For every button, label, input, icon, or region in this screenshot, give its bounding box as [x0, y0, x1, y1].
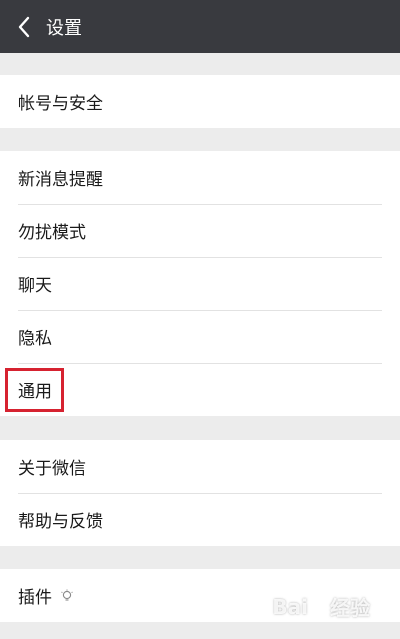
- bulb-icon: [60, 589, 74, 603]
- settings-item-label: 帮助与反馈: [18, 512, 103, 532]
- watermark-left-text: Bai: [272, 594, 308, 619]
- settings-item-label: 帐号与安全: [18, 94, 103, 114]
- back-button[interactable]: [2, 0, 46, 53]
- page-title: 设置: [46, 17, 82, 39]
- paw-icon: [310, 595, 328, 619]
- settings-item-chat[interactable]: 聊天: [0, 257, 400, 310]
- settings-item-do-not-disturb[interactable]: 勿扰模式: [0, 204, 400, 257]
- settings-item-help-feedback[interactable]: 帮助与反馈: [0, 493, 400, 546]
- settings-item-label: 聊天: [18, 276, 52, 296]
- settings-group-about: 关于微信 帮助与反馈: [0, 440, 400, 546]
- highlight-frame: [5, 368, 64, 412]
- settings-item-label: 新消息提醒: [18, 170, 103, 190]
- chevron-left-icon: [18, 16, 30, 37]
- title-bar: 设置: [0, 0, 400, 53]
- settings-item-label: 勿扰模式: [18, 223, 86, 243]
- settings-group-account: 帐号与安全: [0, 75, 400, 128]
- settings-item-label: 关于微信: [18, 459, 86, 479]
- watermark: Bai 经验: [272, 592, 370, 621]
- watermark-right-text: 经验: [330, 596, 370, 620]
- settings-item-label: 隐私: [18, 329, 52, 349]
- settings-item-privacy[interactable]: 隐私: [0, 310, 400, 363]
- settings-item-about-wechat[interactable]: 关于微信: [0, 440, 400, 493]
- settings-item-account-security[interactable]: 帐号与安全: [0, 75, 400, 128]
- settings-item-new-message-alert[interactable]: 新消息提醒: [0, 151, 400, 204]
- settings-item-label: 插件: [18, 588, 52, 608]
